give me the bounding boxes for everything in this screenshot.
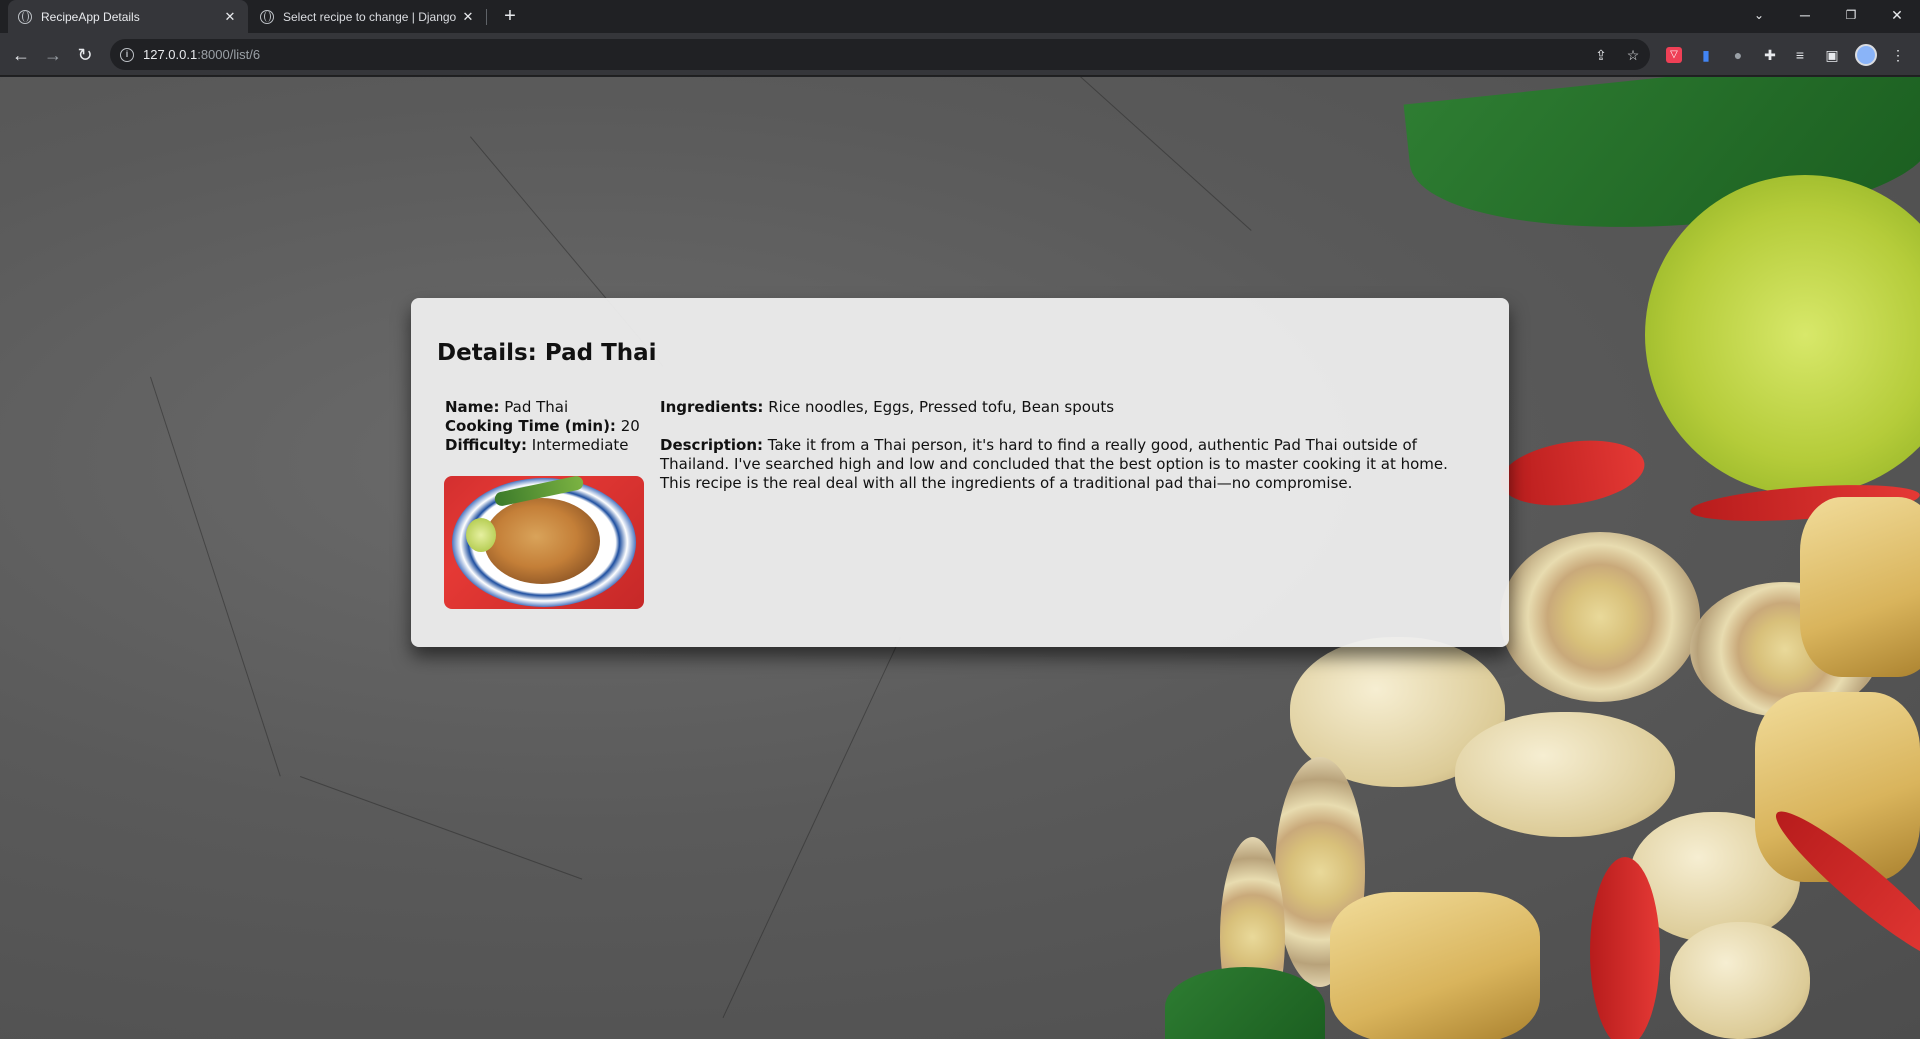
close-icon[interactable]: ✕ (222, 9, 238, 25)
lime-wedge-image (466, 518, 496, 552)
recipe-photo (444, 476, 644, 609)
leaf-image (1165, 967, 1325, 1039)
address-bar[interactable]: i 127.0.0.1 :8000/list/6 ⇪ ☆ (110, 39, 1650, 70)
extension-blue-icon[interactable]: ▮ (1696, 45, 1716, 65)
profile-avatar[interactable] (1855, 44, 1877, 66)
background-crack (722, 637, 901, 1019)
ingredients-value: Rice noodles, Eggs, Pressed tofu, Bean s… (768, 398, 1115, 416)
page-title: Details: Pad Thai (437, 340, 657, 366)
noodles-image (484, 498, 600, 584)
browser-toolbar: ← → ↻ i 127.0.0.1 :8000/list/6 ⇪ ☆ ▽ ▮ ●… (0, 33, 1920, 76)
difficulty-value: Intermediate (531, 436, 629, 454)
info-icon[interactable]: i (120, 47, 134, 62)
description-row: Description: Take it from a Thai person,… (660, 436, 1460, 493)
minimize-button[interactable]: ─ (1782, 0, 1828, 30)
tab-django-admin[interactable]: Select recipe to change | Django ✕ (250, 0, 486, 33)
plus-icon[interactable]: + (498, 4, 522, 28)
tab-separator (486, 9, 487, 25)
galangal-image (1800, 497, 1920, 677)
background-crack (150, 376, 281, 777)
tab-recipeapp-details[interactable]: RecipeApp Details ✕ (8, 0, 248, 33)
background-crack (1080, 77, 1252, 231)
menu-icon[interactable]: ⋮ (1888, 45, 1908, 65)
garlic-image (1455, 712, 1675, 837)
red-chili-image (1496, 432, 1649, 514)
ingredients-label: Ingredients: (660, 398, 764, 416)
tab-title: Select recipe to change | Django (283, 9, 457, 24)
recipe-name-row: Name: Pad Thai (445, 398, 645, 417)
galangal-image (1330, 892, 1540, 1039)
reload-icon[interactable]: ↻ (72, 42, 98, 68)
url-host: 127.0.0.1 (143, 47, 198, 62)
window-close-button[interactable]: ✕ (1874, 0, 1920, 30)
page-viewport: Details: Pad Thai Name: Pad Thai Cooking… (0, 77, 1920, 1039)
restore-button[interactable]: ❐ (1828, 0, 1874, 30)
star-icon[interactable]: ☆ (1622, 44, 1644, 66)
cooking-time-row: Cooking Time (min): 20 (445, 417, 645, 436)
recipe-details: Ingredients: Rice noodles, Eggs, Pressed… (660, 398, 1460, 512)
pocket-extension-icon[interactable]: ▽ (1666, 47, 1682, 63)
name-value: Pad Thai (504, 398, 569, 416)
close-icon[interactable]: ✕ (460, 9, 476, 25)
difficulty-row: Difficulty: Intermediate (445, 436, 645, 455)
url-path: :8000/list/6 (197, 47, 261, 62)
recipe-detail-card: Details: Pad Thai Name: Pad Thai Cooking… (411, 298, 1509, 647)
background-crack (300, 776, 583, 880)
extension-grey-icon[interactable]: ● (1728, 45, 1748, 65)
tab-search-chevron-icon[interactable]: ⌄ (1736, 0, 1782, 30)
globe-icon (18, 9, 32, 24)
recipe-summary: Name: Pad Thai Cooking Time (min): 20 Di… (445, 398, 645, 455)
lemongrass-image (1500, 532, 1700, 702)
description-value: Take it from a Thai person, it's hard to… (660, 436, 1448, 492)
media-icon[interactable]: ≡ (1790, 45, 1810, 65)
back-icon[interactable]: ← (8, 42, 34, 68)
difficulty-label: Difficulty: (445, 436, 527, 454)
cooking-time-value: 20 (620, 417, 640, 435)
share-icon[interactable]: ⇪ (1590, 44, 1612, 66)
cooking-time-label: Cooking Time (min): (445, 417, 616, 435)
red-chili-image (1590, 857, 1660, 1039)
side-panel-icon[interactable]: ▣ (1822, 45, 1842, 65)
description-label: Description: (660, 436, 764, 454)
garlic-image (1670, 922, 1810, 1039)
name-label: Name: (445, 398, 500, 416)
globe-icon (260, 9, 274, 24)
tab-title: RecipeApp Details (41, 9, 140, 24)
extensions-icon[interactable]: ✚ (1760, 45, 1780, 65)
ingredients-row: Ingredients: Rice noodles, Eggs, Pressed… (660, 398, 1460, 417)
forward-icon[interactable]: → (40, 42, 66, 68)
tab-strip: RecipeApp Details ✕ Select recipe to cha… (0, 0, 1920, 33)
